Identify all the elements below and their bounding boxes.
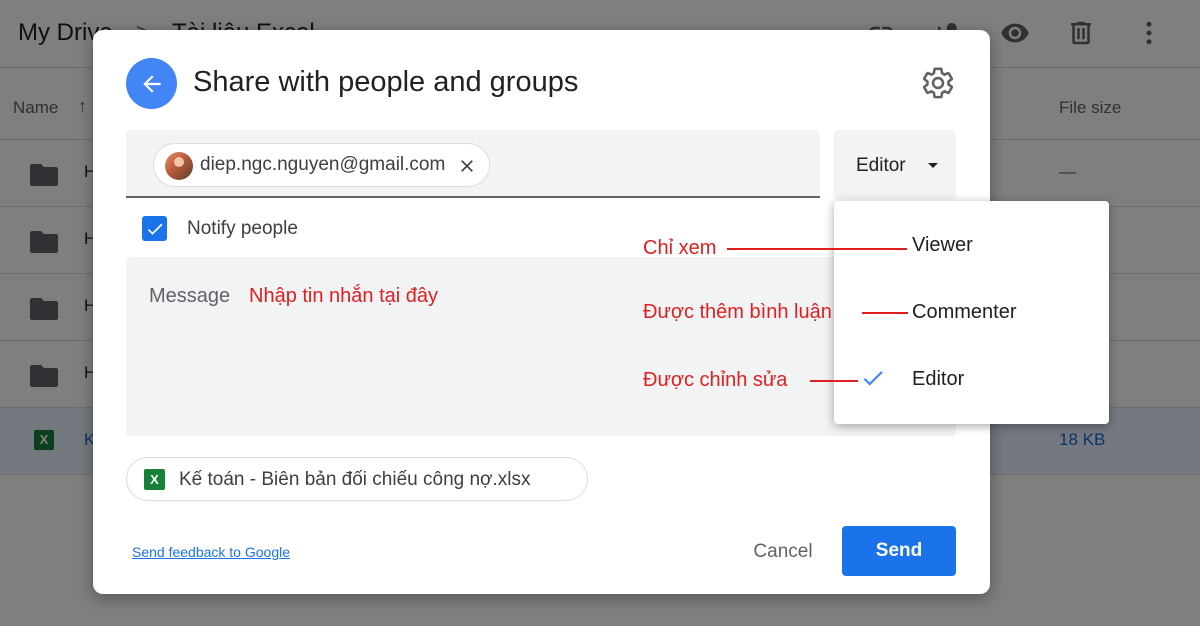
notify-checkbox[interactable] (142, 216, 167, 241)
menu-item-label: Viewer (912, 234, 973, 256)
send-feedback-link[interactable]: Send feedback to Google (132, 544, 290, 560)
recipient-field[interactable]: diep.ngc.nguyen@gmail.com (126, 130, 820, 198)
message-placeholder: Message (149, 285, 231, 307)
commenter-annotation-line (862, 312, 908, 314)
back-button[interactable] (126, 58, 177, 109)
menu-item-viewer[interactable]: Viewer (834, 215, 1109, 275)
commenter-annotation: Được thêm bình luận (643, 301, 832, 323)
role-dropdown[interactable]: Editor (834, 130, 956, 199)
check-icon (863, 371, 883, 386)
file-name: Kế toán - Biên bản đối chiếu công nợ.xls… (179, 469, 531, 490)
file-chip: X Kế toán - Biên bản đối chiếu công nợ.x… (126, 457, 588, 501)
viewer-annotation-line (727, 248, 907, 250)
menu-item-label: Commenter (912, 301, 1017, 323)
arrow-back-icon (142, 74, 161, 93)
dialog-title: Share with people and groups (193, 66, 579, 98)
recipient-chip[interactable]: diep.ngc.nguyen@gmail.com (153, 143, 491, 187)
menu-item-label: Editor (912, 368, 965, 390)
menu-item-editor[interactable]: Editor (834, 349, 1109, 409)
send-button[interactable]: Send (842, 526, 956, 576)
role-selected-label: Editor (856, 155, 906, 176)
avatar (165, 152, 193, 180)
viewer-annotation: Chỉ xem (643, 237, 717, 259)
editor-annotation: Được chỉnh sửa (643, 369, 788, 391)
editor-annotation-line (810, 380, 858, 382)
close-icon[interactable] (457, 156, 477, 176)
notify-label: Notify people (187, 218, 298, 239)
gear-icon[interactable] (921, 66, 955, 100)
caret-down-icon (928, 163, 938, 168)
message-annotation: Nhập tin nhắn tại đây (249, 285, 439, 307)
recipient-email: diep.ngc.nguyen@gmail.com (200, 154, 446, 175)
cancel-button[interactable]: Cancel (733, 528, 833, 576)
excel-icon: X (144, 469, 165, 490)
checkmark-icon (147, 223, 162, 235)
message-textarea[interactable]: Message Nhập tin nhắn tại đây (126, 257, 956, 436)
